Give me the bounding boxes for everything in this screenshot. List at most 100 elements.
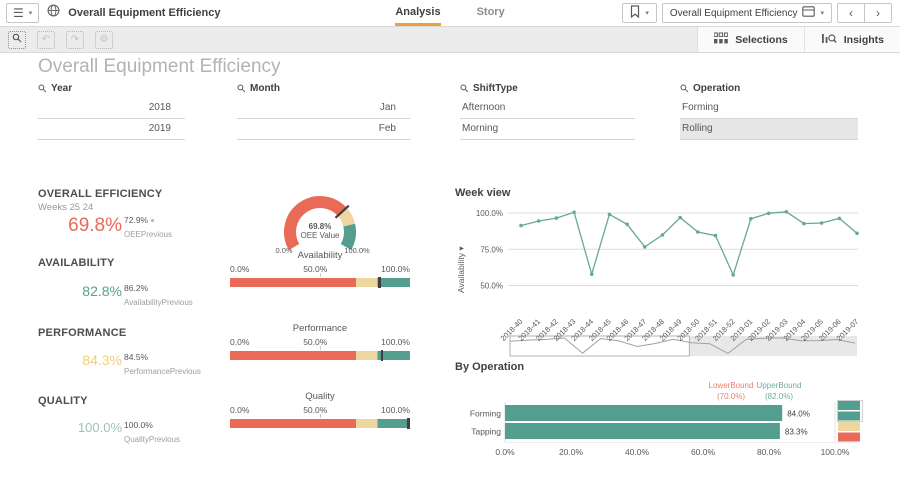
bar-tapping[interactable] xyxy=(505,423,780,439)
y-tick-label: 100.0% xyxy=(476,209,503,218)
bullet-availability[interactable]: Availability0.0%50.0%100.0% xyxy=(230,250,410,287)
kpi-title-4: QUALITY xyxy=(38,395,88,407)
by-operation-chart[interactable]: LowerBound(70.0%)UpperBound(82.0%)Formin… xyxy=(452,374,888,486)
bullet-bar xyxy=(230,278,410,287)
data-point[interactable] xyxy=(572,211,576,215)
x-tick-label: 40.0% xyxy=(625,447,650,457)
insights-toggle[interactable]: Insights xyxy=(804,27,900,52)
y-tick-label: 50.0% xyxy=(480,282,503,291)
kpi-value: 69.8% xyxy=(38,216,122,235)
data-point[interactable] xyxy=(643,245,647,249)
data-point[interactable] xyxy=(696,230,700,234)
filter-option-2018[interactable]: 2018 xyxy=(38,98,185,119)
data-point[interactable] xyxy=(802,222,806,226)
filter-label-operation[interactable]: Operation xyxy=(680,83,858,94)
kpi-previous-label: OEEPrevious xyxy=(124,230,172,239)
filter-option-morning[interactable]: Morning xyxy=(460,119,635,140)
bullet-performance[interactable]: Performance0.0%50.0%100.0% xyxy=(230,323,410,360)
filter-option-jan[interactable]: Jan xyxy=(237,98,410,119)
selections-toggle[interactable]: Selections xyxy=(698,27,804,52)
kpi-previous-label: QualityPrevious xyxy=(124,435,180,444)
bullet-quality[interactable]: Quality0.0%50.0%100.0% xyxy=(230,391,410,428)
tab-analysis[interactable]: Analysis xyxy=(395,0,440,26)
page-title: Overall Equipment Efficiency xyxy=(38,56,281,78)
redo-button[interactable]: ↷ xyxy=(66,31,84,49)
smart-search-button[interactable] xyxy=(8,31,26,49)
kpi-previous: 100.0%QualityPrevious xyxy=(124,421,180,446)
filter-option-afternoon[interactable]: Afternoon xyxy=(460,98,635,119)
bookmark-button[interactable]: ▾ xyxy=(622,3,657,23)
data-point[interactable] xyxy=(608,213,612,217)
kpi-previous-label: PerformancePrevious xyxy=(124,367,201,376)
redo-icon: ↷ xyxy=(71,34,79,45)
filter-label-year[interactable]: Year xyxy=(38,83,185,94)
data-point[interactable] xyxy=(714,234,718,238)
data-point[interactable] xyxy=(678,216,682,220)
undo-button[interactable]: ↶ xyxy=(37,31,55,49)
data-point[interactable] xyxy=(537,219,541,223)
top-bar: ☰ ▾ Overall Equipment Efficiency Analysi… xyxy=(0,0,900,27)
insights-icon xyxy=(821,32,837,47)
bullet-center-tick xyxy=(320,346,321,350)
sheet-icon xyxy=(802,6,815,20)
bullet-bar xyxy=(230,351,410,360)
filter-label-text: Year xyxy=(51,83,72,94)
bullet-center-tick xyxy=(320,414,321,418)
availability-line-series[interactable] xyxy=(519,210,859,277)
tab-story[interactable]: Story xyxy=(477,0,505,23)
filter-label-shifttype[interactable]: ShiftType xyxy=(460,83,635,94)
bar-forming[interactable] xyxy=(505,405,782,421)
filter-option-2019[interactable]: 2019 xyxy=(38,119,185,140)
caret-down-icon: ▾ xyxy=(645,10,649,17)
data-point[interactable] xyxy=(855,232,859,236)
chevron-left-icon: ‹ xyxy=(849,6,853,20)
undo-icon: ↶ xyxy=(42,34,50,45)
data-point[interactable] xyxy=(785,210,789,214)
axis-tick-label: 0.0% xyxy=(230,264,249,274)
kpi-previous-value: 86.2% xyxy=(124,284,193,293)
axis-tick-label: 0.0% xyxy=(230,337,249,347)
filter-option-feb[interactable]: Feb xyxy=(237,119,410,140)
week-view-svg: 100.0%75.0%50.0%Availability ▾2018-40201… xyxy=(452,198,888,364)
data-point[interactable] xyxy=(731,273,735,277)
data-point[interactable] xyxy=(838,217,842,221)
gauge-chart[interactable]: 69.8%OEE Value0.0%100.0% xyxy=(240,192,400,256)
prev-sheet-button[interactable]: ‹ xyxy=(838,4,864,22)
value-label: 84.0% xyxy=(787,410,810,419)
data-point[interactable] xyxy=(519,224,523,228)
search-icon xyxy=(12,33,22,46)
legend-value: (70.0%) xyxy=(717,392,745,401)
week-view-chart[interactable]: 100.0%75.0%50.0%Availability ▾2018-40201… xyxy=(452,198,888,364)
kpi-previous: 86.2%AvailabilityPrevious xyxy=(124,284,193,309)
axis-tick-label: 50.0% xyxy=(303,337,327,347)
axis-tick-label: 50.0% xyxy=(303,405,327,415)
y-axis-title[interactable]: Availability ▾ xyxy=(456,246,466,293)
bullet-title: Quality xyxy=(230,391,410,402)
axis-tick-label: 100.0% xyxy=(381,405,410,415)
kpi-title-3: PERFORMANCE xyxy=(38,327,126,339)
data-point[interactable] xyxy=(625,223,629,227)
sheet-selector[interactable]: Overall Equipment Efficiency ▾ xyxy=(662,3,832,23)
filter-shifttype: ShiftType AfternoonMorning xyxy=(460,83,635,140)
kpi-title-2: AVAILABILITY xyxy=(38,257,115,269)
next-sheet-button[interactable]: › xyxy=(864,4,891,22)
data-point[interactable] xyxy=(590,272,594,276)
filter-label-month[interactable]: Month xyxy=(237,83,410,94)
clear-selections-button[interactable]: ⚙ xyxy=(95,31,113,49)
data-point[interactable] xyxy=(661,233,665,237)
data-point[interactable] xyxy=(555,216,559,220)
legend: LowerBound(70.0%)UpperBound(82.0%) xyxy=(709,381,802,401)
filter-option-rolling[interactable]: Rolling xyxy=(680,119,858,140)
legend-value: (82.0%) xyxy=(765,392,793,401)
data-point[interactable] xyxy=(820,221,824,225)
data-point[interactable] xyxy=(767,212,771,216)
insights-label: Insights xyxy=(844,34,884,46)
kpi-value-row-3: 84.3%84.5%PerformancePrevious xyxy=(38,353,208,378)
gauge-value-label: 69.8% xyxy=(309,222,332,231)
filter-option-forming[interactable]: Forming xyxy=(680,98,858,119)
search-icon xyxy=(237,84,246,93)
grid-icon xyxy=(714,32,728,47)
kpi-previous: 72.9%OEEPrevious xyxy=(124,216,172,241)
nav-menu-button[interactable]: ☰ ▾ xyxy=(6,3,39,23)
data-point[interactable] xyxy=(749,217,753,221)
